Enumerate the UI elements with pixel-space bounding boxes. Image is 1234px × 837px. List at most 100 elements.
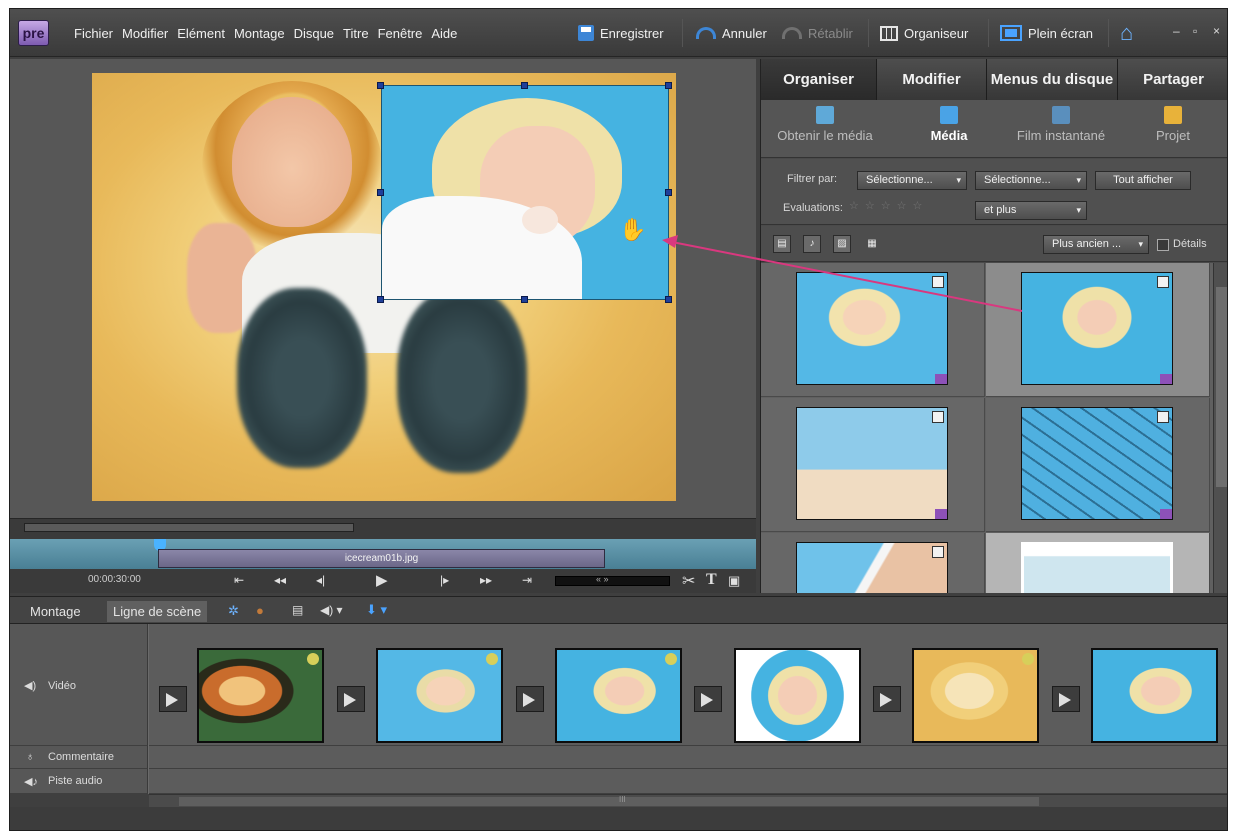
resize-handle[interactable]	[665, 189, 672, 196]
audio-track[interactable]	[149, 769, 1227, 794]
storyboard-clip[interactable]	[376, 648, 503, 743]
photo-filter-icon[interactable]: ▨	[833, 235, 851, 253]
menu-titre[interactable]: Titre	[343, 26, 369, 41]
transition-slot[interactable]	[873, 686, 901, 712]
menu-fenetre[interactable]: Fenêtre	[378, 26, 423, 41]
media-thumbnail	[1021, 407, 1173, 520]
photo-type-icon	[1157, 411, 1169, 423]
camera-icon[interactable]: ▣	[728, 573, 740, 589]
scrollbar-thumb[interactable]: III	[179, 795, 1039, 806]
tab-menus-du-disque[interactable]: Menus du disque	[987, 59, 1118, 100]
undo-icon	[696, 27, 716, 39]
rewind-icon[interactable]: ◂◂	[274, 573, 286, 587]
media-item[interactable]	[986, 533, 1210, 593]
monitor-timeline[interactable]: icecream01b.jpg	[10, 539, 756, 569]
media-item[interactable]	[761, 533, 985, 593]
subtab-instant-movie[interactable]: Film instantané	[1001, 106, 1121, 143]
go-to-end-icon[interactable]: ⇥	[522, 573, 532, 587]
subtab-media[interactable]: Média	[889, 106, 1009, 143]
scrollbar-thumb[interactable]	[1216, 287, 1227, 487]
marker-icon[interactable]: ⬇ ▾	[366, 602, 387, 618]
tab-modifier[interactable]: Modifier	[877, 59, 987, 100]
video-filter-icon[interactable]: ▤	[773, 235, 791, 253]
step-forward-icon[interactable]: |▸	[440, 573, 449, 587]
audio-filter-icon[interactable]: ♪	[803, 235, 821, 253]
resize-handle[interactable]	[665, 82, 672, 89]
tab-ligne-de-scene[interactable]: Ligne de scène	[107, 601, 208, 622]
resize-handle[interactable]	[377, 82, 384, 89]
audio-track-label: Piste audio	[48, 775, 103, 787]
transition-slot[interactable]	[1052, 686, 1080, 712]
overlay-photo[interactable]	[381, 85, 669, 300]
tab-organiser[interactable]: Organiser	[761, 59, 877, 100]
storyboard-clip[interactable]	[197, 648, 324, 743]
menu-disque[interactable]: Disque	[294, 26, 334, 41]
sort-select[interactable]: Plus ancien ...	[1043, 235, 1149, 254]
fullscreen-button[interactable]: Plein écran	[1000, 19, 1093, 47]
menu-fichier[interactable]: Fichier	[74, 26, 113, 41]
storyboard-clip[interactable]	[912, 648, 1039, 743]
undo-button[interactable]: Annuler	[696, 19, 767, 47]
effects-icon[interactable]: ●	[256, 603, 264, 618]
transition-slot[interactable]	[516, 686, 544, 712]
details-label: Détails	[1173, 238, 1207, 250]
play-icon[interactable]: ▶	[376, 571, 388, 589]
storyboard-clip[interactable]	[555, 648, 682, 743]
scissors-icon[interactable]: ✂	[682, 571, 695, 591]
audio-mixer-icon[interactable]: ◀) ▾	[320, 603, 343, 617]
video-track-label: Vidéo	[48, 680, 76, 692]
narration-track[interactable]	[149, 746, 1227, 769]
redo-button[interactable]: Rétablir	[782, 19, 853, 47]
tab-montage[interactable]: Montage	[24, 601, 87, 622]
resize-handle[interactable]	[665, 296, 672, 303]
filter-select-2[interactable]: Sélectionne...	[975, 171, 1087, 190]
tab-partager[interactable]: Partager	[1118, 59, 1227, 100]
ratings-scope-select[interactable]: et plus	[975, 201, 1087, 220]
organizer-button[interactable]: Organiseur	[880, 19, 968, 47]
menu-element[interactable]: Elément	[177, 26, 225, 41]
storyboard-scrollbar[interactable]: III	[149, 794, 1227, 807]
properties-icon[interactable]: ▤	[292, 603, 303, 617]
media-item[interactable]	[761, 263, 985, 397]
subtab-get-media[interactable]: Obtenir le média	[765, 106, 885, 143]
storyboard-clip[interactable]	[1091, 648, 1218, 743]
home-icon[interactable]: ⌂	[1120, 21, 1146, 45]
fast-forward-icon[interactable]: ▸▸	[480, 573, 492, 587]
show-all-button[interactable]: Tout afficher	[1095, 171, 1191, 190]
filter-select-1[interactable]: Sélectionne...	[857, 171, 967, 190]
storyboard-clip[interactable]	[734, 648, 861, 743]
transition-slot[interactable]	[694, 686, 722, 712]
save-button[interactable]: Enregistrer	[578, 19, 664, 47]
close-button[interactable]: ×	[1213, 24, 1220, 38]
title-text-icon[interactable]: T	[706, 571, 717, 589]
storyboard: ◀) Vidéo ♁ Commentaire ◀♪ Piste audio	[10, 624, 1227, 794]
media-item[interactable]	[761, 398, 985, 532]
project-filter-icon[interactable]: ▦	[863, 235, 881, 253]
media-item[interactable]	[986, 398, 1210, 532]
monitor-controls: icecream01b.jpg 00:00:30:00 ⇤ ◂◂ ◂| ▶ |▸…	[10, 518, 756, 593]
details-checkbox[interactable]	[1157, 239, 1169, 251]
menu-montage[interactable]: Montage	[234, 26, 285, 41]
minimize-button[interactable]: –	[1173, 24, 1180, 38]
rating-stars[interactable]: ☆☆☆☆☆	[849, 199, 928, 212]
maximize-button[interactable]: ▫	[1193, 24, 1197, 38]
resize-handle[interactable]	[521, 296, 528, 303]
step-back-icon[interactable]: ◂|	[316, 573, 325, 587]
smart-fix-icon[interactable]: ✲	[228, 603, 239, 619]
shuttle-slider[interactable]	[555, 574, 670, 586]
transition-slot[interactable]	[337, 686, 365, 712]
transition-slot[interactable]	[159, 686, 187, 712]
menu-aide[interactable]: Aide	[431, 26, 457, 41]
go-to-start-icon[interactable]: ⇤	[234, 573, 244, 587]
resize-handle[interactable]	[377, 296, 384, 303]
media-scrollbar[interactable]	[1213, 263, 1227, 593]
media-icon	[940, 106, 958, 124]
resize-handle[interactable]	[377, 189, 384, 196]
subtab-project[interactable]: Projet	[1123, 106, 1223, 143]
menu-modifier[interactable]: Modifier	[122, 26, 168, 41]
project-badge-icon	[1160, 509, 1172, 519]
timeline-clip[interactable]: icecream01b.jpg	[158, 549, 605, 568]
monitor-scrollbar[interactable]	[24, 523, 354, 532]
media-item[interactable]	[986, 263, 1210, 397]
resize-handle[interactable]	[521, 82, 528, 89]
